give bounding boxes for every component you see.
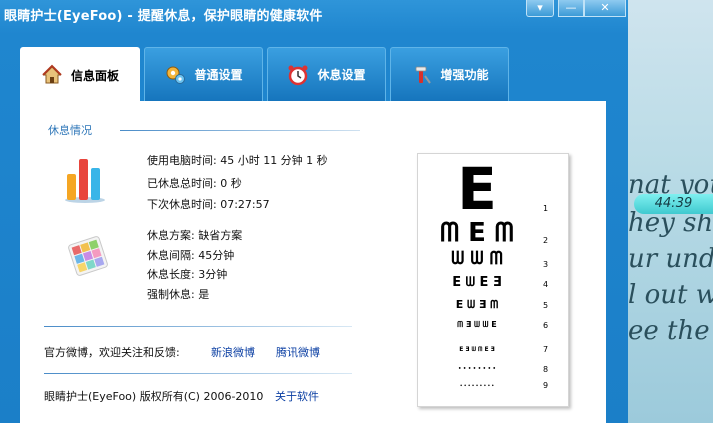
section-title: 休息情况 <box>48 124 92 137</box>
eye-chart-row-number: 4 <box>543 280 549 289</box>
eye-chart-row-number: 2 <box>543 236 549 245</box>
wallpaper-text: ee the w <box>628 316 713 346</box>
window-controls: ▾ — ✕ <box>526 0 626 17</box>
eye-chart-row: E ᗯ E Ǝ <box>452 275 502 290</box>
house-icon <box>41 64 63 86</box>
eye-chart-row-number: 1 <box>543 204 549 213</box>
eye-chart-row-number: 7 <box>543 345 549 354</box>
weibo-prompt: 官方微博，欢迎关注和反馈: <box>44 346 180 359</box>
minimize-button[interactable]: — <box>558 0 584 17</box>
title-bar[interactable]: 眼睛护士(EyeFoo) - 提醒休息，保护眼睛的健康软件 ▾ — ✕ <box>0 0 628 26</box>
tab-info-panel[interactable]: 信息面板 <box>20 47 140 102</box>
info-panel: 休息情况 使用电脑时间: 45 小时 11 分钟 1 秒 已休息总时间: 0 秒… <box>20 101 606 423</box>
desktop-clock-widget: 44:39 <box>634 194 713 214</box>
tab-general-settings[interactable]: 普通设置 <box>144 47 263 101</box>
eye-chart-row-number: 8 <box>543 365 549 374</box>
palette-icon <box>66 234 110 278</box>
rest-interval: 休息间隔: 45分钟 <box>147 249 235 262</box>
tab-label: 信息面板 <box>70 68 119 83</box>
divider <box>44 373 352 374</box>
window-title: 眼睛护士(EyeFoo) - 提醒休息，保护眼睛的健康软件 <box>4 9 323 24</box>
menu-dropdown-button[interactable]: ▾ <box>526 0 554 17</box>
alarm-clock-icon <box>287 64 309 86</box>
eye-chart-row-number: 9 <box>543 381 549 390</box>
eye-chart-row: E ᗯ Ǝ ᗰ <box>455 298 499 311</box>
eye-chart-row: • • • • • • • • • <box>459 383 495 388</box>
tab-label: 增强功能 <box>440 68 489 82</box>
tencent-weibo-link[interactable]: 腾讯微博 <box>276 344 320 360</box>
eye-chart-row: ᗰ E ᗰ <box>440 218 514 248</box>
wallpaper-text: l out wh <box>628 280 713 310</box>
tab-label: 普通设置 <box>194 68 243 82</box>
statistics-chart-icon <box>63 154 107 204</box>
rest-length: 休息长度: 3分钟 <box>147 268 228 281</box>
divider <box>120 130 360 131</box>
eyefoo-window: 眼睛护士(EyeFoo) - 提醒休息，保护眼睛的健康软件 ▾ — ✕ 信息面板… <box>0 0 628 423</box>
eye-chart-row: E <box>457 155 497 223</box>
rest-total-time: 已休息总时间: 0 秒 <box>147 177 242 190</box>
usage-time: 使用电脑时间: 45 小时 11 分钟 1 秒 <box>147 154 328 167</box>
eye-chart: E 1 ᗰ E ᗰ 2 ᗯ ᗯ ᗰ 3 E ᗯ E Ǝ 4 E ᗯ Ǝ ᗰ 5 … <box>417 153 569 407</box>
about-link[interactable]: 关于软件 <box>275 388 319 404</box>
close-button[interactable]: ✕ <box>584 0 626 17</box>
next-rest-time: 下次休息时间: 07:27:57 <box>147 198 270 211</box>
tab-enhanced-features[interactable]: 增强功能 <box>390 47 509 101</box>
wallpaper-text: ur unde <box>628 244 713 274</box>
tab-rest-settings[interactable]: 休息设置 <box>267 47 386 101</box>
tab-bar: 信息面板 普通设置 休息设置 增强功能 <box>20 47 509 102</box>
eye-chart-row: E Ǝ ᗯ ᗰ E Ǝ <box>459 346 495 353</box>
eye-chart-row: ᗰ Ǝ ᗯ ᗯ E <box>457 320 497 329</box>
eye-chart-row-number: 6 <box>543 321 549 330</box>
forced-rest: 强制休息: 是 <box>147 288 210 301</box>
eye-chart-row: • • • • • • • • <box>458 366 496 372</box>
tools-icon <box>410 64 432 86</box>
divider <box>44 326 352 327</box>
gears-icon <box>164 64 186 86</box>
eye-chart-row-number: 5 <box>543 301 549 310</box>
copyright-text: 眼睛护士(EyeFoo) 版权所有(C) 2006-2010 <box>44 390 264 403</box>
sina-weibo-link[interactable]: 新浪微博 <box>211 344 255 360</box>
eye-chart-row-number: 3 <box>543 260 549 269</box>
rest-scheme: 休息方案: 缺省方案 <box>147 229 243 242</box>
tab-label: 休息设置 <box>317 68 366 82</box>
eye-chart-row: ᗯ ᗯ ᗰ <box>451 248 503 269</box>
